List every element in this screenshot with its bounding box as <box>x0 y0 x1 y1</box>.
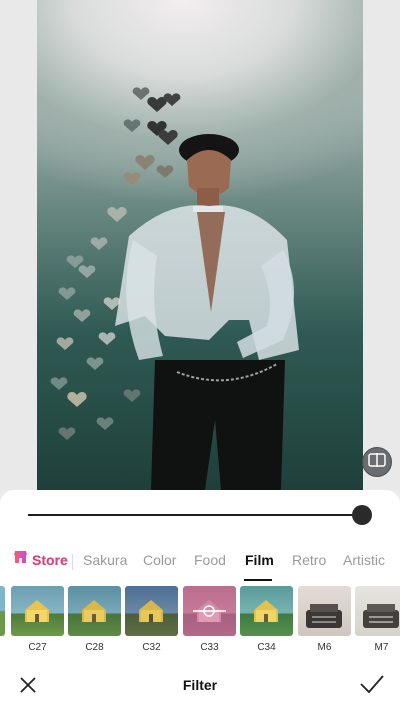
filter-category-tabs: Store Sakura Color Food Film Retro Artis… <box>0 548 400 581</box>
photo-canvas <box>0 0 400 490</box>
filter-label: M7 <box>374 642 389 653</box>
tab-food[interactable]: Food <box>194 552 226 568</box>
active-tab-indicator <box>244 579 272 581</box>
filter-item-c33[interactable]: C33 <box>183 586 236 653</box>
filter-thumbnail-list: C27 C28 C32 C33 C34 M6 M7 <box>0 586 400 656</box>
filter-thumbnail <box>0 586 5 636</box>
tab-retro[interactable]: Retro <box>292 552 326 568</box>
store-tab[interactable]: Store <box>13 550 68 569</box>
filter-item-c32[interactable]: C32 <box>125 586 178 653</box>
filter-thumbnail <box>355 586 400 636</box>
filter-thumbnail <box>125 586 178 636</box>
filter-thumbnail <box>298 586 351 636</box>
confirm-button[interactable] <box>358 672 386 696</box>
filter-thumbnail <box>183 586 236 636</box>
filter-item-m7[interactable]: M7 <box>355 586 400 653</box>
filter-item-c28[interactable]: C28 <box>68 586 121 653</box>
store-label: Store <box>32 551 68 568</box>
bottom-action-bar: Filter <box>0 665 400 711</box>
tab-divider <box>72 554 73 570</box>
filter-thumbnail <box>240 586 293 636</box>
tab-sakura[interactable]: Sakura <box>83 552 127 568</box>
intensity-slider[interactable] <box>28 504 374 525</box>
filter-label: C28 <box>85 642 104 653</box>
photo-illustration <box>50 87 299 490</box>
filter-label: C33 <box>200 642 219 653</box>
filter-item-m6[interactable]: M6 <box>298 586 351 653</box>
filter-label: C34 <box>257 642 276 653</box>
store-icon <box>13 550 28 569</box>
slider-track[interactable] <box>28 514 362 516</box>
filter-label: M6 <box>317 642 332 653</box>
tab-artistic[interactable]: Artistic <box>343 552 385 568</box>
tab-film[interactable]: Film <box>245 552 274 568</box>
filter-item-c34[interactable]: C34 <box>240 586 293 653</box>
filter-item-c27[interactable]: C27 <box>11 586 64 653</box>
filter-label: C27 <box>28 642 47 653</box>
person-figure <box>115 134 299 490</box>
filter-panel: Store Sakura Color Food Film Retro Artis… <box>0 490 400 711</box>
compare-button[interactable] <box>362 447 392 477</box>
tab-color[interactable]: Color <box>143 552 176 568</box>
filter-thumbnail <box>68 586 121 636</box>
photo-preview[interactable] <box>37 0 363 490</box>
filter-thumbnail <box>11 586 64 636</box>
filter-item-partial[interactable] <box>0 586 5 636</box>
filter-label: C32 <box>142 642 161 653</box>
checkmark-icon <box>358 675 386 700</box>
slider-thumb[interactable] <box>352 505 372 525</box>
compare-icon <box>368 452 386 472</box>
screen-title: Filter <box>182 677 218 693</box>
